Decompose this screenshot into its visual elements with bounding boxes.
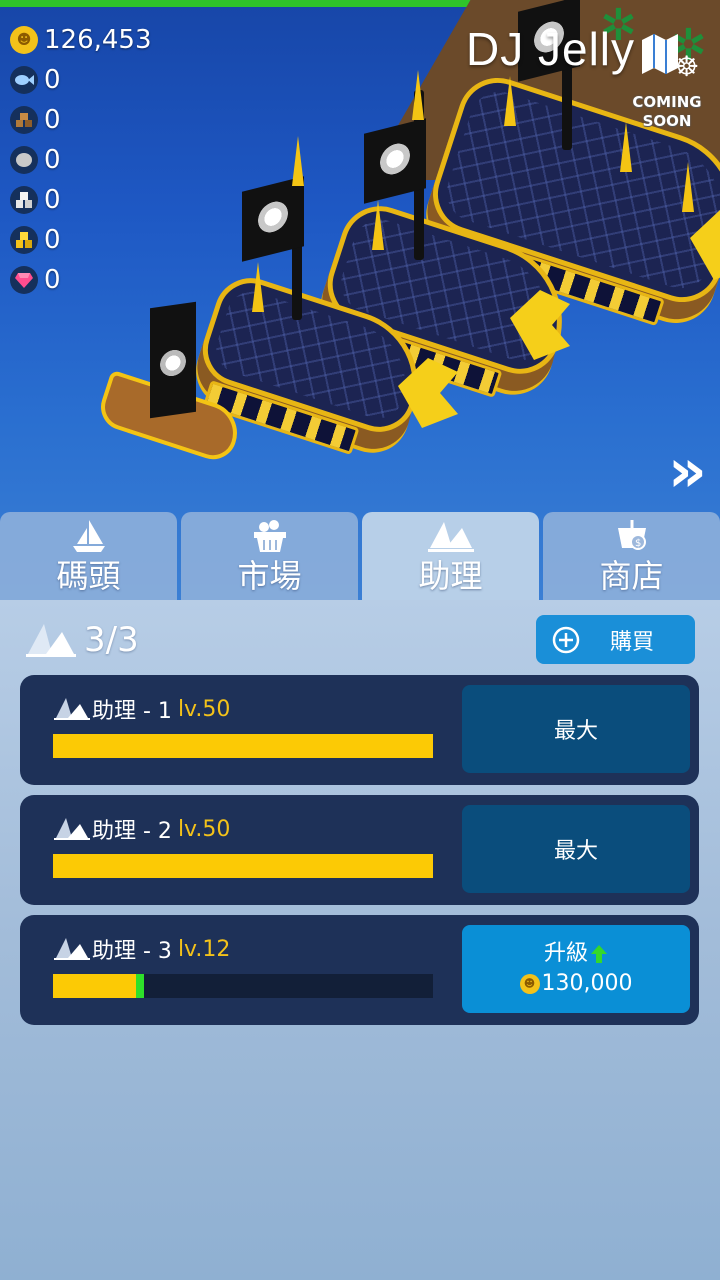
game-scene[interactable]: ✲ ✲ ☻ 126,453 0 0 0 0 0 0 DJ Jelly ☸ COM… xyxy=(0,0,720,600)
resource-iron: 0 xyxy=(10,180,152,220)
iron-icon xyxy=(10,186,38,214)
gem-icon xyxy=(10,266,38,294)
stone-count: 0 xyxy=(44,145,61,175)
assistant-level: lv.50 xyxy=(177,696,231,722)
level-progress-bar xyxy=(53,734,433,758)
resource-gold: 0 xyxy=(10,220,152,260)
assistant-count: 3/3 xyxy=(26,620,139,660)
resource-stone: 0 xyxy=(10,140,152,180)
ship-wheel-icon[interactable]: ☸ xyxy=(674,50,699,83)
sailboat-icon xyxy=(72,520,105,552)
player-name: DJ Jelly xyxy=(466,23,636,75)
resource-gem: 0 xyxy=(10,260,152,300)
buy-button[interactable]: 購買 xyxy=(536,615,695,664)
max-label: 最大 xyxy=(553,839,598,864)
gold-count: 0 xyxy=(44,225,61,255)
level-progress-bar xyxy=(53,974,433,998)
coin-count: 126,453 xyxy=(44,25,152,55)
wood-count: 0 xyxy=(44,105,61,135)
upgrade-label: 升級 xyxy=(543,941,588,966)
twin-sails-icon xyxy=(54,818,90,840)
tab-bar: 碼頭 市場 助理 $ 商店 xyxy=(0,512,720,600)
assistant-name-row: 助理 - 3 lv.12 xyxy=(54,933,230,965)
fish-icon xyxy=(10,66,38,94)
plus-circle-icon xyxy=(552,626,580,653)
assistant-name: 助理 - 3 xyxy=(92,939,172,964)
coin-icon: ☻ xyxy=(10,26,38,54)
tab-shop[interactable]: $ 商店 xyxy=(543,512,720,600)
assistant-level: lv.50 xyxy=(177,816,231,842)
progress-fill xyxy=(53,734,433,758)
svg-text:$: $ xyxy=(635,538,641,549)
gold-icon xyxy=(10,226,38,254)
tab-assistant[interactable]: 助理 xyxy=(362,512,539,600)
assistant-name-row: 助理 - 2 lv.50 xyxy=(54,813,230,845)
tab-dock[interactable]: 碼頭 xyxy=(0,512,177,600)
tab-market[interactable]: 市場 xyxy=(181,512,358,600)
assistant-card: 助理 - 2 lv.50 最大 xyxy=(20,795,699,905)
assistant-level: lv.12 xyxy=(177,936,231,962)
resource-fish: 0 xyxy=(10,60,152,100)
resource-list: ☻ 126,453 0 0 0 0 0 0 xyxy=(10,20,152,300)
assistant-name: 助理 - 1 xyxy=(92,699,172,724)
fish-count: 0 xyxy=(44,65,61,95)
max-level-button[interactable]: 最大 xyxy=(462,805,690,893)
wood-icon xyxy=(10,106,38,134)
basket-icon xyxy=(253,520,286,552)
assistant-name: 助理 - 2 xyxy=(92,819,172,844)
coin-icon: ☻ xyxy=(519,974,540,994)
progress-fill xyxy=(53,854,433,878)
next-arrow-icon[interactable]: » xyxy=(668,436,707,506)
buy-label: 購買 xyxy=(610,629,655,655)
level-progress-bar xyxy=(53,854,433,878)
iron-count: 0 xyxy=(44,185,61,215)
stone-icon xyxy=(10,146,38,174)
twin-sails-icon xyxy=(427,522,474,552)
skull-sail-icon xyxy=(150,301,196,419)
assistant-name-row: 助理 - 1 lv.50 xyxy=(54,693,230,725)
resource-coins: ☻ 126,453 xyxy=(10,20,152,60)
max-level-button[interactable]: 最大 xyxy=(462,685,690,773)
progress-fill xyxy=(53,974,145,998)
resource-wood: 0 xyxy=(10,100,152,140)
upgrade-button[interactable]: 升級 ☻ 130,000 xyxy=(462,925,690,1013)
twin-sails-icon xyxy=(54,938,90,960)
max-label: 最大 xyxy=(553,719,598,744)
map-icon[interactable] xyxy=(642,34,678,74)
progress-tip xyxy=(136,974,145,998)
green-up-arrow-icon xyxy=(591,945,607,963)
shop-cart-icon: $ xyxy=(617,520,646,550)
twin-sails-icon xyxy=(26,624,76,657)
assistant-card: 助理 - 3 lv.12 升級 ☻ 130,000 xyxy=(20,915,699,1025)
coming-soon-label: COMING SOON xyxy=(632,93,702,130)
twin-sails-icon xyxy=(54,698,90,720)
upgrade-cost: 130,000 xyxy=(541,971,633,996)
assistant-panel: 3/3 購買 助理 - 1 lv.50 最大 助理 - 2 lv.50 最大 助… xyxy=(0,600,720,1280)
gem-count: 0 xyxy=(44,265,61,295)
assistant-card: 助理 - 1 lv.50 最大 xyxy=(20,675,699,785)
